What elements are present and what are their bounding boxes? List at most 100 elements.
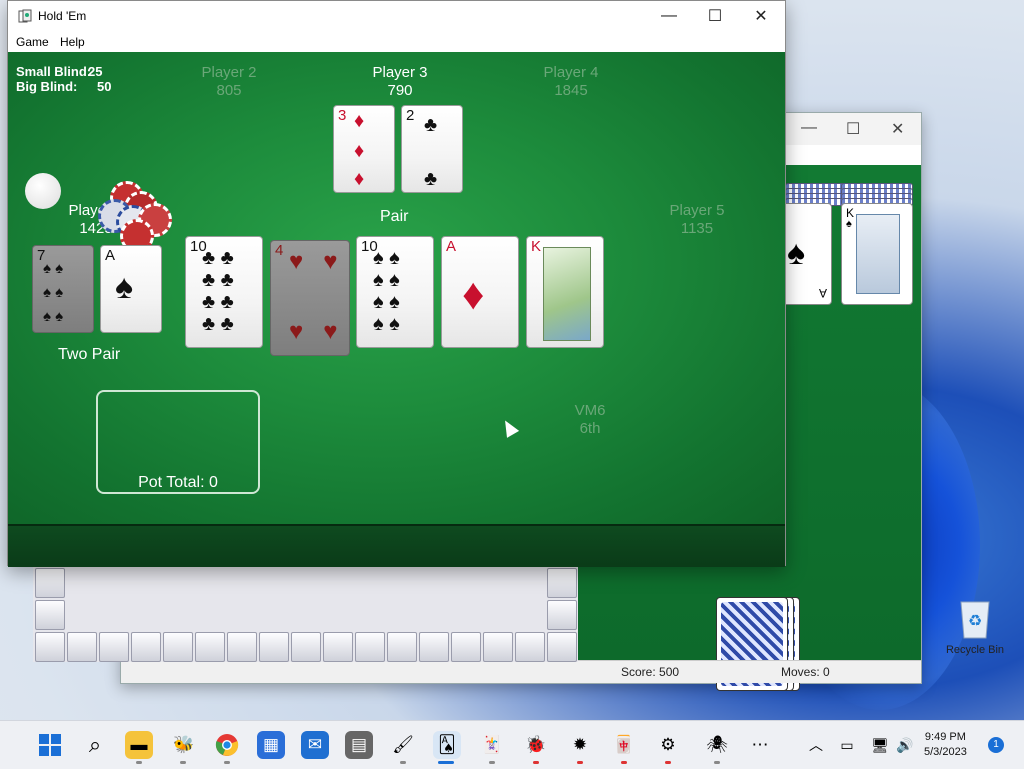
taskbar-game-5[interactable]: ⚙ (654, 731, 682, 759)
chevron-up-icon: ︿ (809, 737, 823, 753)
taskbar-game-6[interactable]: 🕷 (703, 731, 731, 759)
clock[interactable]: 9:49 PM 5/3/2023 (924, 730, 967, 760)
tile[interactable] (323, 632, 353, 662)
start-button[interactable] (36, 731, 64, 759)
moves-label: Moves: 0 (781, 665, 830, 679)
tile[interactable] (515, 632, 545, 662)
mouse-cursor-icon (499, 417, 520, 438)
maximize-icon: ☐ (707, 8, 723, 25)
show-hidden-icons[interactable]: ︿ (802, 731, 830, 759)
card-rank: 2 (406, 107, 415, 124)
pot-total: Pot Total: 0 (138, 474, 218, 491)
taskbar-game-4[interactable]: 🀄 (610, 731, 638, 759)
close-button[interactable]: ✕ (738, 1, 784, 31)
player-1-hand-label: Two Pair (58, 346, 121, 363)
active-indicator (438, 761, 454, 764)
taskbar-game-3[interactable]: ✹ (566, 731, 594, 759)
tile[interactable] (67, 632, 97, 662)
tile-game-panel (33, 565, 578, 662)
maximize-button[interactable]: ☐ (692, 1, 738, 31)
mail-icon: ✉ (307, 735, 323, 754)
taskbar-mail[interactable]: ✉ (301, 731, 329, 759)
taskbar-game-2[interactable]: 🐞 (522, 731, 550, 759)
clock-date: 5/3/2023 (924, 746, 967, 758)
tile[interactable] (35, 568, 65, 598)
player-chips: 1845 (554, 82, 588, 99)
bee-icon: 🐝 (173, 735, 195, 754)
player-4-seat: Player 4 1845 (511, 64, 631, 100)
volume-button[interactable]: 🔊 (891, 731, 919, 759)
taskbar-app-bee[interactable]: 🐝 (170, 731, 198, 759)
player-name: VM6 (574, 402, 606, 419)
tile[interactable] (227, 632, 257, 662)
holdem-window: Hold 'Em — ☐ ✕ Game Help Small Blind: 25… (7, 0, 786, 567)
player-name: Player 3 (372, 64, 428, 81)
solitaire-card-king-spades[interactable]: K ♠ (841, 203, 913, 305)
taskbar-paint[interactable]: 🖌 (389, 731, 417, 759)
holdem-titlebar: Hold 'Em — ☐ ✕ (8, 1, 785, 31)
recycle-bin[interactable]: ♻ Recycle Bin (940, 596, 1010, 656)
tray-app[interactable]: ▭ (833, 731, 861, 759)
poker-table: Small Blind: 25 Big Blind: 50 Player 2 8… (8, 52, 785, 524)
running-indicator (577, 761, 583, 764)
tile[interactable] (547, 600, 577, 630)
holdem-app-icon (18, 9, 32, 23)
search-button[interactable]: ⌕ (81, 731, 109, 759)
tile[interactable] (35, 632, 65, 662)
player-5-seat: Player 5 1135 (637, 202, 757, 238)
tile[interactable] (35, 600, 65, 630)
player-place: 6th (579, 420, 601, 437)
tile[interactable] (547, 568, 577, 598)
tile[interactable] (291, 632, 321, 662)
solitaire-card-ace-spades[interactable]: ♠ A (785, 203, 832, 305)
community-card-2: 4 ♥ ♥ ♥ ♥ (270, 240, 350, 356)
heart-icon: ♥ ♥ (289, 248, 338, 275)
tile[interactable] (163, 632, 193, 662)
tile[interactable] (99, 632, 129, 662)
close-icon[interactable]: ✕ (891, 119, 904, 139)
blinds-info: Small Blind: 25 Big Blind: 50 (16, 64, 111, 94)
menu-help[interactable]: Help (60, 35, 85, 49)
dealer-button (25, 173, 61, 209)
taskbar-more[interactable]: ⋯ (746, 731, 774, 759)
tile[interactable] (259, 632, 289, 662)
recycle-bin-icon: ♻ (955, 596, 995, 640)
minimize-icon[interactable]: — (801, 119, 817, 137)
menu-game[interactable]: Game (16, 35, 49, 49)
taskbar-holdem[interactable]: 🂡 (433, 731, 461, 759)
tile[interactable] (195, 632, 225, 662)
tile[interactable] (451, 632, 481, 662)
network-button[interactable]: 🖥 (866, 731, 894, 759)
mahjong-icon: 🀄 (613, 735, 635, 754)
taskbar-chrome[interactable] (213, 731, 241, 759)
gear-icon: ⚙ (660, 735, 676, 754)
taskbar-file-explorer[interactable]: ▬ (125, 731, 153, 759)
notification-badge[interactable]: 1 (988, 737, 1004, 753)
running-indicator (533, 761, 539, 764)
small-blind-value: 25 (88, 64, 103, 79)
taskbar-store[interactable]: ▦ (257, 731, 285, 759)
tile[interactable] (387, 632, 417, 662)
running-indicator (224, 761, 230, 764)
card-rank: 4 (275, 242, 284, 259)
tile[interactable] (419, 632, 449, 662)
clock-time: 9:49 PM (924, 731, 966, 743)
speaker-icon: 🔊 (896, 736, 914, 753)
taskbar-game-1[interactable]: 🃏 (478, 731, 506, 759)
tile[interactable] (131, 632, 161, 662)
svg-text:♻: ♻ (968, 611, 982, 630)
tile[interactable] (355, 632, 385, 662)
tile[interactable] (483, 632, 513, 662)
club-icon: ♣ ♣ ♣ ♣ ♣ ♣ ♣ ♣ (202, 247, 234, 335)
more-icon: ⋯ (751, 735, 769, 754)
minimize-button[interactable]: — (646, 1, 692, 31)
tile[interactable] (547, 632, 577, 662)
maximize-icon[interactable]: ☐ (846, 119, 860, 139)
diamond-icon: ♦ (354, 110, 365, 132)
ladybug-icon: 🐞 (525, 735, 547, 754)
taskbar-calculator[interactable]: ▤ (345, 731, 373, 759)
score-label: Score: 500 (621, 665, 680, 679)
player-chips: 1135 (680, 220, 714, 237)
spade-icon: ♠ (115, 268, 134, 306)
spider-icon: 🕷 (706, 735, 728, 754)
